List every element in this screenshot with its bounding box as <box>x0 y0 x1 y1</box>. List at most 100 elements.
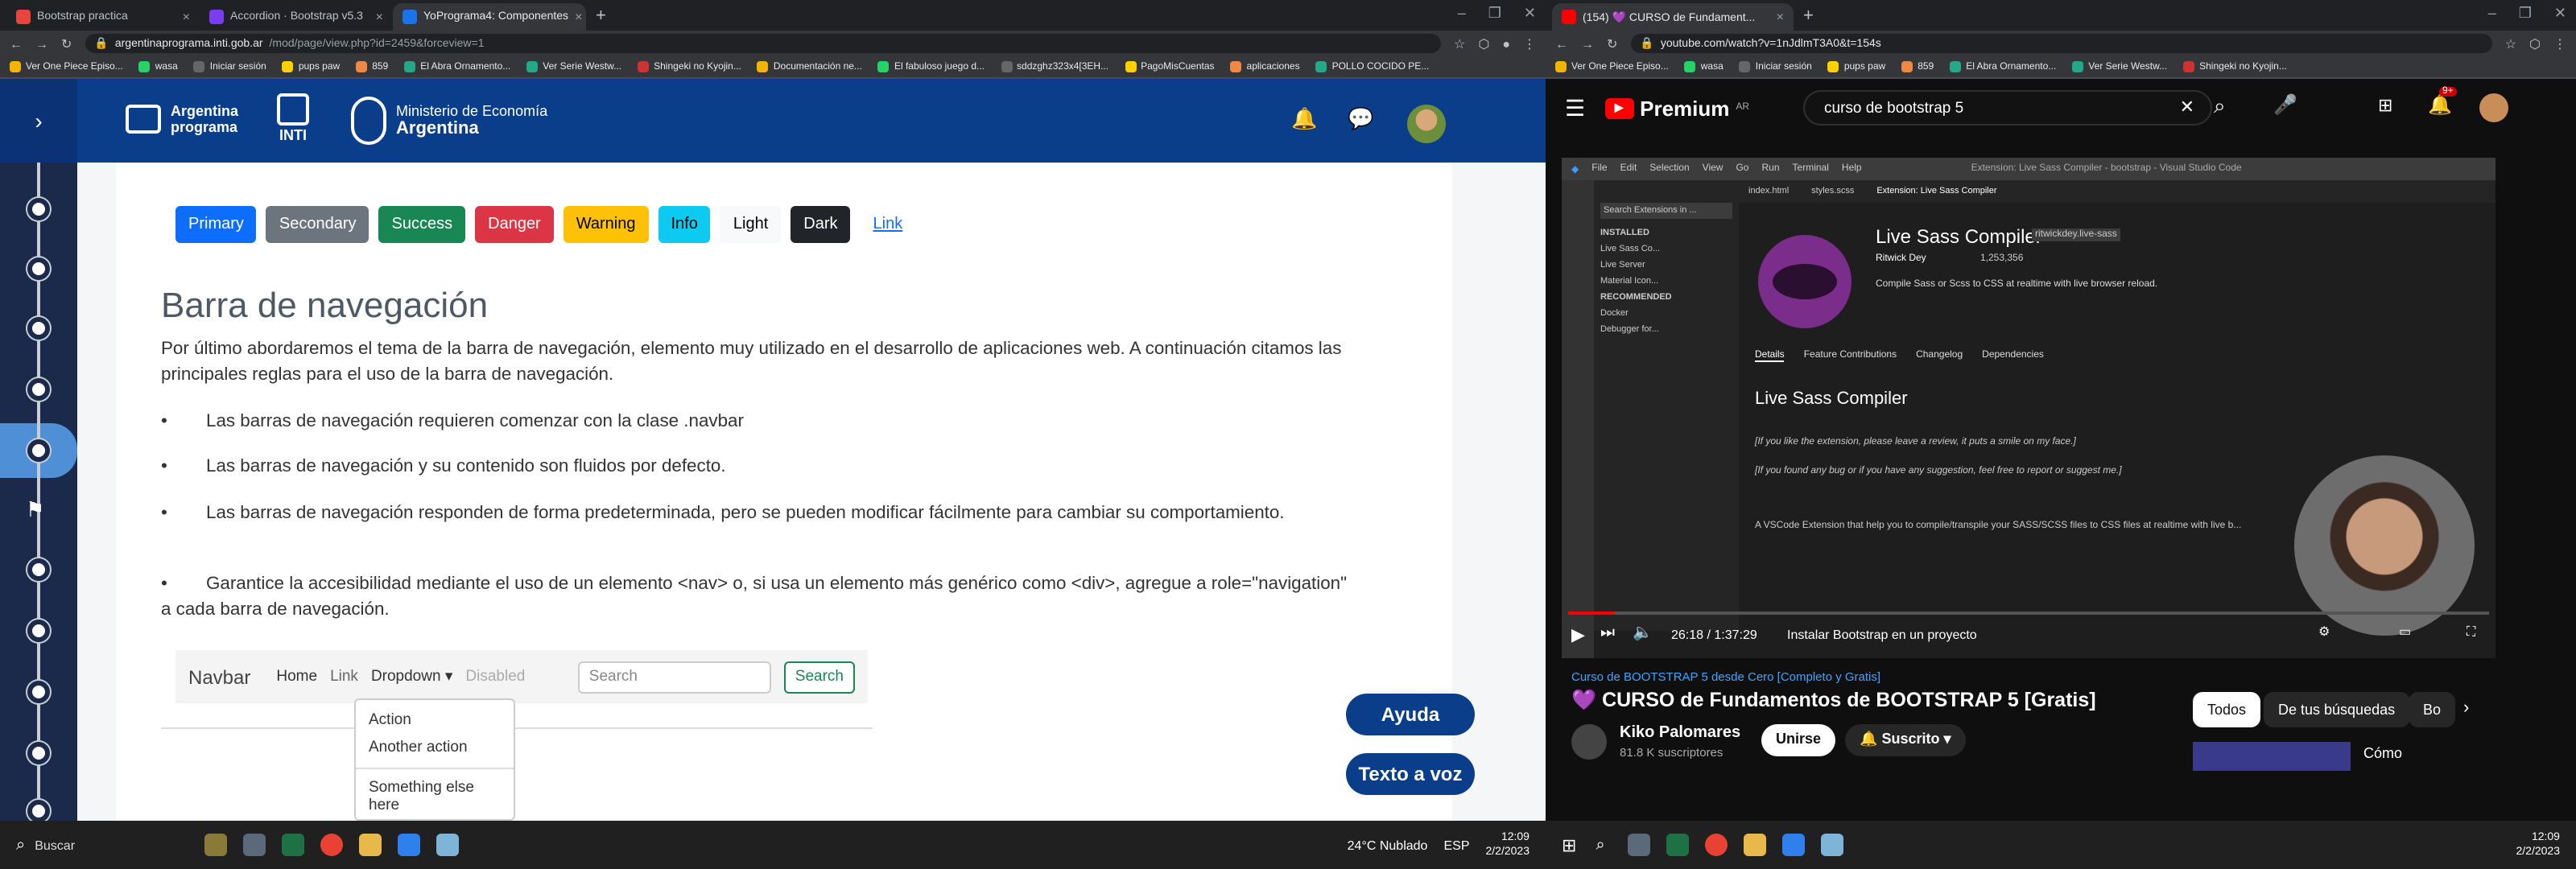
progress-bar[interactable] <box>1568 612 2489 615</box>
demo-button-primary[interactable]: Primary <box>175 206 257 243</box>
text-to-speech-button[interactable]: Texto a voz <box>1346 753 1475 795</box>
extensions-icon[interactable]: ⬡ <box>1478 36 1489 51</box>
section-dot[interactable] <box>27 620 50 642</box>
reload-icon[interactable]: ↻ <box>1607 36 1617 51</box>
chip-more[interactable]: Bo <box>2409 692 2456 727</box>
new-tab-icon[interactable]: + <box>1794 6 1823 31</box>
navbar-brand[interactable]: Navbar <box>188 665 250 688</box>
mic-icon[interactable]: 🎤 <box>2273 93 2297 116</box>
vscode-icon[interactable] <box>1781 834 1805 856</box>
bookmark-item[interactable]: Iniciar sesión <box>193 61 266 72</box>
menu-icon[interactable]: ⋮ <box>1523 36 1536 51</box>
extensions-icon[interactable]: ⬡ <box>2529 36 2541 51</box>
bookmark-item[interactable]: Iniciar sesión <box>1739 61 1812 72</box>
side-video-title[interactable]: Cómo <box>2363 745 2402 761</box>
close-icon[interactable]: ✕ <box>2554 5 2566 23</box>
dropdown-item[interactable]: Something else here <box>356 768 514 819</box>
close-icon[interactable]: × <box>376 10 383 24</box>
section-dot[interactable] <box>27 558 50 581</box>
section-dot[interactable] <box>27 742 50 764</box>
bookmark-item[interactable]: aplicaciones <box>1230 61 1300 72</box>
nav-dropdown[interactable]: Dropdown ▾ <box>371 668 452 686</box>
dropdown-item[interactable]: Another action <box>356 734 514 761</box>
settings-icon[interactable]: ⚙ <box>2318 624 2330 639</box>
section-dot[interactable] <box>27 317 50 340</box>
demo-button-info[interactable]: Info <box>658 206 711 243</box>
bookmark-item[interactable]: wasa <box>1684 61 1724 72</box>
help-button[interactable]: Ayuda <box>1346 694 1475 735</box>
bookmark-item[interactable]: Ver Serie Westw... <box>2072 61 2167 72</box>
bookmark-item[interactable]: El Abra Ornamento... <box>1950 61 2056 72</box>
bookmark-item[interactable]: sddzghz323x4[3EH... <box>1001 61 1108 72</box>
bookmark-item[interactable]: wasa <box>138 61 178 72</box>
minimize-icon[interactable]: – <box>2488 5 2496 23</box>
bookmark-item[interactable]: Ver Serie Westw... <box>526 61 621 72</box>
dropdown-item[interactable]: Action <box>356 706 514 734</box>
chrome-icon[interactable] <box>320 834 343 856</box>
close-icon[interactable]: × <box>575 10 582 24</box>
profile-icon[interactable]: ● <box>1502 36 1510 51</box>
excel-icon[interactable] <box>1666 834 1689 856</box>
theater-icon[interactable]: ▭ <box>2399 624 2411 639</box>
nav-home[interactable]: Home <box>276 668 317 686</box>
search-icon[interactable]: ⌕ <box>2214 93 2226 119</box>
camera-icon[interactable] <box>242 834 266 856</box>
forward-icon[interactable]: → <box>35 36 48 51</box>
next-icon[interactable]: ⏭ <box>1600 624 1615 642</box>
demo-button-light[interactable]: Light <box>720 206 782 243</box>
avatar[interactable] <box>1407 105 1446 143</box>
search-input[interactable]: Search <box>577 661 771 693</box>
menu-icon[interactable]: ⋮ <box>2553 36 2566 51</box>
back-icon[interactable]: ← <box>10 36 23 51</box>
flag-icon[interactable]: ⚑ <box>26 497 44 523</box>
demo-button-danger[interactable]: Danger <box>475 206 554 243</box>
windows-start-icon[interactable]: ⊞ <box>1562 834 1576 855</box>
demo-button-success[interactable]: Success <box>378 206 466 243</box>
search-input[interactable]: curso de bootstrap 5 ✕ <box>1803 90 2212 126</box>
restore-icon[interactable]: ❐ <box>2519 5 2532 23</box>
language-indicator[interactable]: ESP <box>1443 838 1469 852</box>
volume-icon[interactable]: 🔈 <box>1633 624 1653 642</box>
excel-icon[interactable] <box>281 834 304 856</box>
bookmark-item[interactable]: El fabuloso juego d... <box>877 61 985 72</box>
minimize-icon[interactable]: – <box>1458 5 1466 23</box>
avatar[interactable] <box>2479 93 2508 122</box>
chip-search[interactable]: De tus búsquedas <box>2264 692 2410 727</box>
bookmark-item[interactable]: 859 <box>1901 61 1934 72</box>
url-field[interactable]: 🔒 youtube.com/watch?v=1nJdlmT3A0&t=154s <box>1630 34 2492 53</box>
search-icon[interactable]: ⌕ <box>1596 836 1604 854</box>
bookmark-item[interactable]: Documentación ne... <box>757 61 862 72</box>
channel-name[interactable]: Kiko Palomares <box>1620 724 1740 742</box>
playlist-link[interactable]: Curso de BOOTSTRAP 5 desde Cero [Complet… <box>1571 669 1880 684</box>
close-icon[interactable]: × <box>183 10 190 24</box>
bookmark-item[interactable]: 859 <box>356 61 388 72</box>
weather-widget[interactable]: 24°C Nublado <box>1348 838 1428 852</box>
drawer-toggle-icon[interactable]: › <box>0 79 77 163</box>
channel-avatar[interactable] <box>1571 724 1607 760</box>
create-icon[interactable]: ⊞ <box>2378 95 2392 116</box>
demo-button-dark[interactable]: Dark <box>791 206 851 243</box>
folder-icon[interactable] <box>358 834 382 856</box>
app-icon[interactable] <box>1820 834 1843 856</box>
demo-button-secondary[interactable]: Secondary <box>266 206 369 243</box>
back-icon[interactable]: ← <box>1555 36 1568 51</box>
join-button[interactable]: Unirse <box>1761 724 1836 756</box>
nav-link[interactable]: Link <box>330 668 358 686</box>
chevron-right-icon[interactable]: › <box>2463 698 2469 718</box>
bookmark-item[interactable]: Ver One Piece Episo... <box>1555 61 1669 72</box>
bookmark-item[interactable]: Shingeki no Kyojin... <box>638 61 741 72</box>
chip-all[interactable]: Todos <box>2193 692 2261 727</box>
star-icon[interactable]: ☆ <box>2505 36 2516 51</box>
clock[interactable]: 12:09 2/2/2023 <box>2516 830 2561 859</box>
browser-tab-3[interactable]: YoPrograma4: Componentes × <box>393 3 586 31</box>
url-field[interactable]: 🔒 argentinaprograma.inti.gob.ar/mod/page/… <box>85 34 1441 53</box>
folder-icon[interactable] <box>1743 834 1766 856</box>
section-dot[interactable] <box>27 257 50 280</box>
vscode-icon[interactable] <box>397 834 420 856</box>
taskbar-search[interactable]: Buscar <box>35 838 196 852</box>
fullscreen-icon[interactable]: ⛶ <box>2467 624 2475 640</box>
chat-icon[interactable]: 💬 <box>1348 106 1373 132</box>
section-dot[interactable] <box>27 439 50 462</box>
section-dot[interactable] <box>27 681 50 703</box>
browser-tab-2[interactable]: Accordion · Bootstrap v5.3 × <box>200 3 393 31</box>
